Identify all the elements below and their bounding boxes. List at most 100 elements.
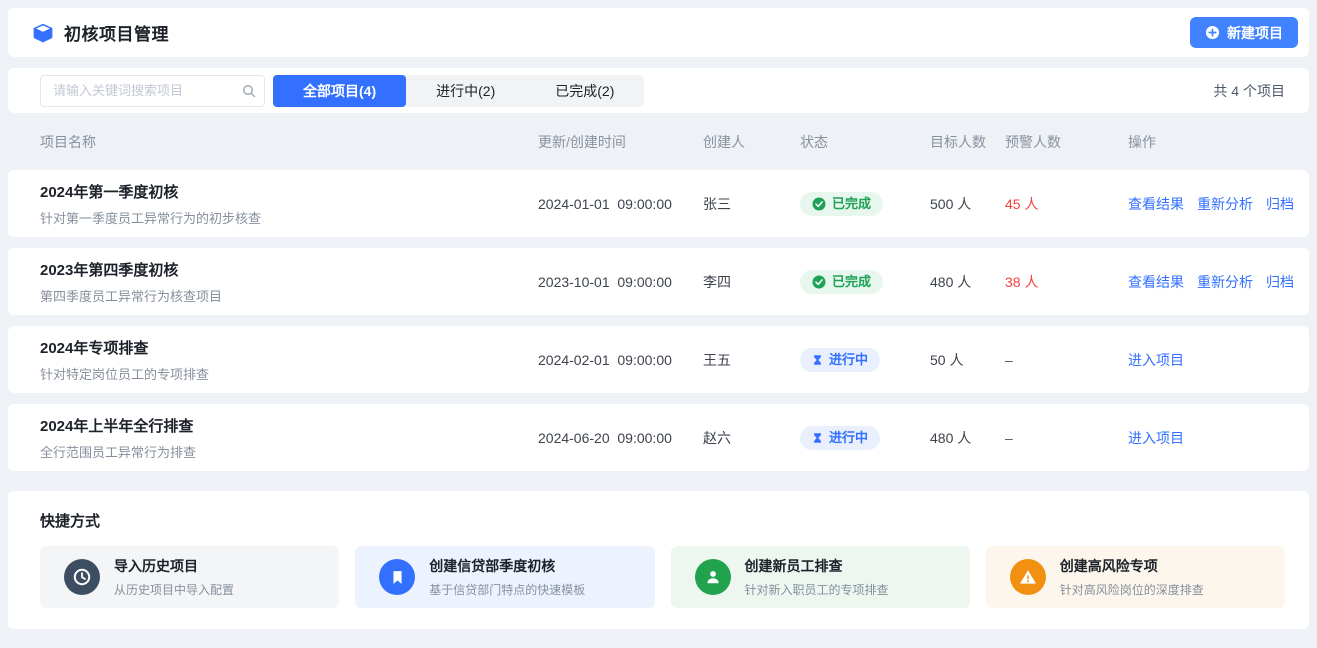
project-name-cell: 2024年专项排查针对特定岗位员工的专项排查 (40, 337, 538, 383)
shortcut-desc-label: 针对新入职员工的专项排查 (745, 581, 889, 598)
page-title: 初核项目管理 (64, 20, 169, 45)
shortcut-card-3[interactable]: 创建高风险专项针对高风险岗位的深度排查 (986, 546, 1285, 608)
column-header-3: 状态 (800, 132, 930, 152)
table-row: 2024年专项排查针对特定岗位员工的专项排查2024-02-01 09:00:0… (8, 326, 1309, 393)
project-name-cell: 2024年上半年全行排查全行范围员工异常行为排查 (40, 415, 538, 461)
status-label: 已完成 (832, 197, 871, 210)
shortcut-text: 创建新员工排查针对新入职员工的专项排查 (745, 556, 889, 598)
table-row: 2024年第一季度初核针对第一季度员工异常行为的初步核查2024-01-01 0… (8, 170, 1309, 237)
table-row: 2024年上半年全行排查全行范围员工异常行为排查2024-06-20 09:00… (8, 404, 1309, 471)
project-creator: 赵六 (703, 428, 800, 448)
project-desc: 针对特定岗位员工的专项排查 (40, 364, 538, 383)
search-box (40, 75, 265, 107)
project-warning-count: 45 人 (1005, 194, 1128, 214)
status-label: 已完成 (832, 275, 871, 288)
project-name-cell: 2024年第一季度初核针对第一季度员工异常行为的初步核查 (40, 181, 538, 227)
status-badge: 已完成 (800, 270, 883, 294)
project-warning-count: – (1005, 430, 1128, 446)
action-link-1[interactable]: 重新分析 (1197, 272, 1253, 292)
warning-icon (1010, 559, 1046, 595)
project-status-cell: 进行中 (800, 348, 930, 372)
project-time: 2024-06-20 09:00:00 (538, 430, 703, 446)
action-link-1[interactable]: 重新分析 (1197, 194, 1253, 214)
project-status-cell: 进行中 (800, 426, 930, 450)
action-link-0[interactable]: 进入项目 (1128, 428, 1184, 448)
project-count-label: 共 4 个项目 (1213, 81, 1285, 101)
tab-0[interactable]: 全部项目(4) (273, 75, 406, 107)
project-desc: 第四季度员工异常行为核查项目 (40, 286, 538, 305)
project-target-count: 480 人 (930, 272, 1005, 292)
shortcut-text: 创建高风险专项针对高风险岗位的深度排查 (1060, 556, 1204, 598)
project-actions: 进入项目 (1128, 428, 1285, 448)
hourglass-icon (812, 432, 823, 444)
column-header-1: 更新/创建时间 (538, 132, 703, 152)
project-creator: 李四 (703, 272, 800, 292)
column-header-4: 目标人数 (930, 132, 1005, 152)
plus-circle-icon (1205, 25, 1220, 40)
status-badge: 进行中 (800, 348, 880, 372)
project-title: 2023年第四季度初核 (40, 259, 538, 280)
project-time: 2024-02-01 09:00:00 (538, 352, 703, 368)
project-status-cell: 已完成 (800, 192, 930, 216)
project-target-count: 50 人 (930, 350, 1005, 370)
toolbar: 全部项目(4)进行中(2)已完成(2) 共 4 个项目 (8, 68, 1309, 113)
project-warning-count: – (1005, 352, 1128, 368)
column-header-2: 创建人 (703, 132, 800, 152)
shortcut-text: 创建信贷部季度初核基于信贷部门特点的快速模板 (429, 556, 585, 598)
tab-1[interactable]: 进行中(2) (406, 75, 525, 107)
shortcut-text: 导入历史项目从历史项目中导入配置 (114, 556, 234, 598)
status-badge: 进行中 (800, 426, 880, 450)
check-circle-icon (812, 275, 826, 289)
page-header: 初核项目管理 新建项目 (8, 8, 1309, 57)
column-header-6: 操作 (1128, 132, 1285, 152)
table-header-row: 项目名称更新/创建时间创建人状态目标人数预警人数操作 (8, 113, 1309, 170)
action-link-0[interactable]: 查看结果 (1128, 272, 1184, 292)
project-actions: 查看结果重新分析归档 (1128, 194, 1294, 214)
project-list: 2024年第一季度初核针对第一季度员工异常行为的初步核查2024-01-01 0… (8, 170, 1309, 471)
action-link-0[interactable]: 查看结果 (1128, 194, 1184, 214)
shortcut-title-label: 导入历史项目 (114, 556, 234, 576)
tab-group: 全部项目(4)进行中(2)已完成(2) (273, 75, 644, 107)
check-circle-icon (812, 197, 826, 211)
page: 初核项目管理 新建项目 全部项目(4)进行中(2)已完成(2) 共 4 个项目 (0, 0, 1317, 648)
project-time: 2024-01-01 09:00:00 (538, 196, 703, 212)
project-warning-count: 38 人 (1005, 272, 1128, 292)
shortcuts-title: 快捷方式 (40, 510, 1285, 531)
project-target-count: 480 人 (930, 428, 1005, 448)
box-icon (32, 22, 54, 44)
project-creator: 王五 (703, 350, 800, 370)
search-input[interactable] (40, 75, 265, 107)
action-link-2[interactable]: 归档 (1266, 194, 1294, 214)
column-header-0: 项目名称 (40, 132, 538, 152)
project-target-count: 500 人 (930, 194, 1005, 214)
search-icon (242, 84, 256, 98)
project-title: 2024年专项排查 (40, 337, 538, 358)
new-project-button[interactable]: 新建项目 (1190, 17, 1298, 48)
clock-icon (64, 559, 100, 595)
bookmark-icon (379, 559, 415, 595)
tab-2[interactable]: 已完成(2) (525, 75, 644, 107)
action-link-0[interactable]: 进入项目 (1128, 350, 1184, 370)
shortcut-desc-label: 从历史项目中导入配置 (114, 581, 234, 598)
shortcut-title-label: 创建信贷部季度初核 (429, 556, 585, 576)
project-title: 2024年上半年全行排查 (40, 415, 538, 436)
project-desc: 全行范围员工异常行为排查 (40, 442, 538, 461)
project-status-cell: 已完成 (800, 270, 930, 294)
project-time: 2023-10-01 09:00:00 (538, 274, 703, 290)
shortcuts-section: 快捷方式 导入历史项目从历史项目中导入配置 创建信贷部季度初核基于信贷部门特点的快… (8, 491, 1309, 629)
shortcut-desc-label: 基于信贷部门特点的快速模板 (429, 581, 585, 598)
project-actions: 查看结果重新分析归档 (1128, 272, 1294, 292)
table-row: 2023年第四季度初核第四季度员工异常行为核查项目2023-10-01 09:0… (8, 248, 1309, 315)
shortcut-card-2[interactable]: 创建新员工排查针对新入职员工的专项排查 (671, 546, 970, 608)
shortcut-title-label: 创建高风险专项 (1060, 556, 1204, 576)
project-name-cell: 2023年第四季度初核第四季度员工异常行为核查项目 (40, 259, 538, 305)
status-label: 进行中 (829, 431, 868, 444)
shortcut-card-0[interactable]: 导入历史项目从历史项目中导入配置 (40, 546, 339, 608)
shortcut-title-label: 创建新员工排查 (745, 556, 889, 576)
project-actions: 进入项目 (1128, 350, 1285, 370)
status-badge: 已完成 (800, 192, 883, 216)
shortcut-card-1[interactable]: 创建信贷部季度初核基于信贷部门特点的快速模板 (355, 546, 654, 608)
action-link-2[interactable]: 归档 (1266, 272, 1294, 292)
project-title: 2024年第一季度初核 (40, 181, 538, 202)
new-project-button-label: 新建项目 (1227, 23, 1283, 43)
